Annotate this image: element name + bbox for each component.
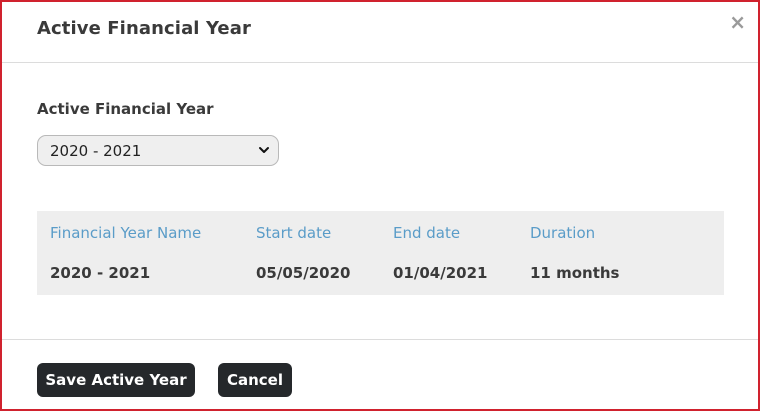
save-active-year-button[interactable]: Save Active Year bbox=[37, 363, 195, 397]
header-duration: Duration bbox=[530, 224, 596, 242]
active-financial-year-dialog: Active Financial Year × Active Financial… bbox=[0, 0, 760, 411]
value-end-date: 01/04/2021 bbox=[393, 264, 488, 282]
value-financial-year-name: 2020 - 2021 bbox=[50, 264, 151, 282]
header-end-date: End date bbox=[393, 224, 461, 242]
select-value: 2020 - 2021 bbox=[50, 142, 142, 160]
value-duration: 11 months bbox=[530, 264, 620, 282]
financial-year-select[interactable]: 2020 - 2021 bbox=[37, 135, 279, 166]
financial-year-details: Financial Year Name Start date End date … bbox=[37, 211, 724, 295]
dialog-header: Active Financial Year × bbox=[2, 2, 758, 63]
dialog-footer: Save Active Year Cancel bbox=[2, 339, 758, 412]
active-year-label: Active Financial Year bbox=[37, 100, 214, 118]
close-icon[interactable]: × bbox=[729, 12, 746, 32]
chevron-down-icon bbox=[259, 147, 269, 153]
value-start-date: 05/05/2020 bbox=[256, 264, 351, 282]
dialog-title: Active Financial Year bbox=[37, 18, 251, 39]
header-financial-year-name: Financial Year Name bbox=[50, 224, 202, 242]
cancel-button[interactable]: Cancel bbox=[218, 363, 292, 397]
header-start-date: Start date bbox=[256, 224, 332, 242]
